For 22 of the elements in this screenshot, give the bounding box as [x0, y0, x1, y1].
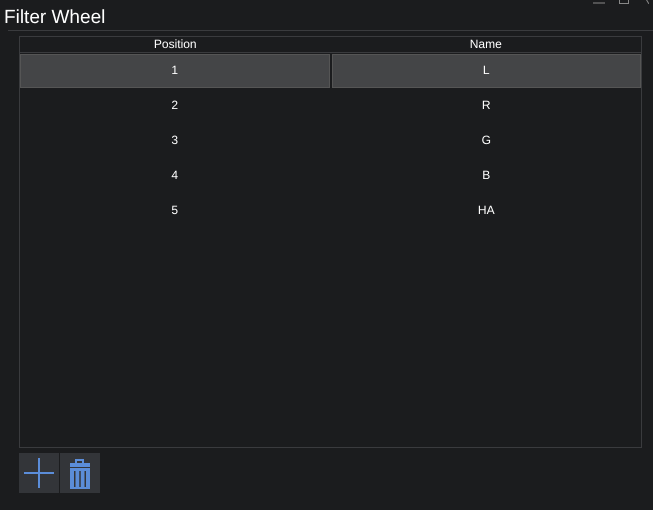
add-button[interactable] [19, 453, 59, 493]
trash-icon [70, 458, 90, 488]
table-cell-text: 4 [170, 167, 180, 184]
table-cell-text: HA [476, 202, 496, 219]
plus-icon [23, 457, 55, 489]
table-cell-text: 3 [170, 132, 180, 149]
table-row[interactable]: 1 L [20, 53, 641, 88]
column-header: Name [468, 37, 503, 52]
table-row[interactable]: 3 G [20, 123, 641, 158]
window-title: Filter Wheel [3, 6, 106, 30]
table-cell-text: R [480, 97, 492, 114]
column-header: Position [152, 37, 198, 52]
table-cell-text: B [481, 167, 492, 184]
table-cell: L [332, 54, 641, 88]
table-cell-text: 5 [170, 202, 180, 219]
table-row[interactable]: 4 B [20, 158, 641, 193]
table-cell: 1 [20, 54, 330, 88]
delete-button[interactable] [60, 453, 100, 493]
table-cell-text: 2 [170, 97, 180, 114]
table-row[interactable]: 2 R [20, 88, 641, 123]
table-cell-text: G [480, 132, 492, 149]
table-row[interactable]: 5 HA [20, 193, 641, 228]
